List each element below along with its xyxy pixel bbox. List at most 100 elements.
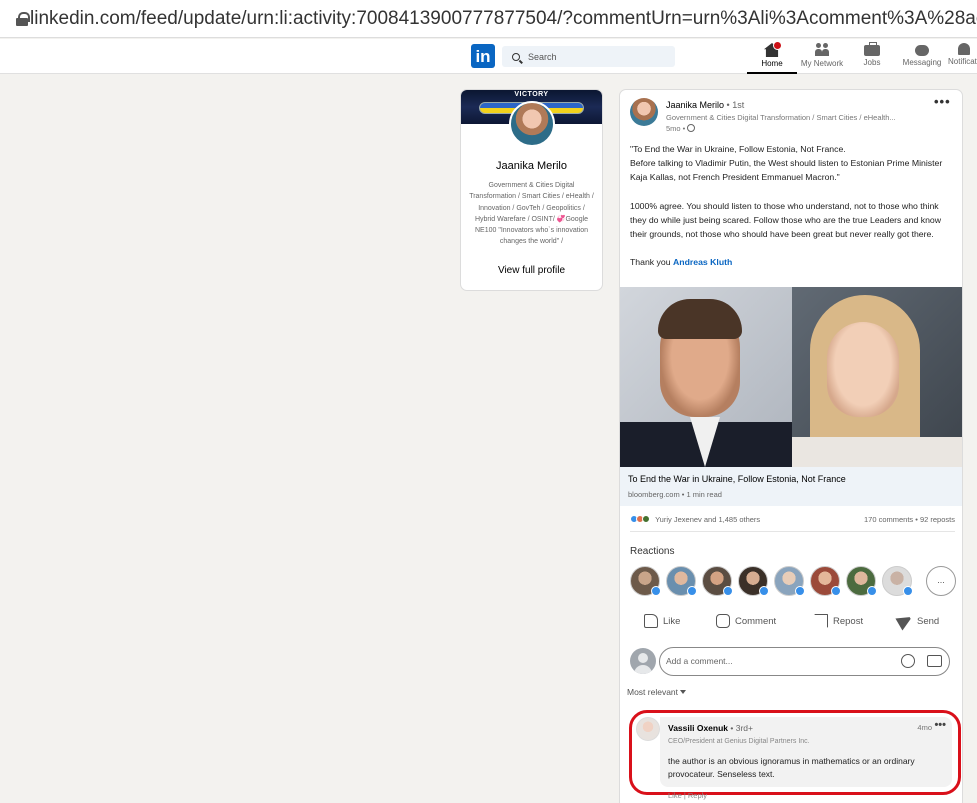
profile-name[interactable]: Jaanika Merilo bbox=[461, 160, 602, 172]
nav-messaging-label: Messaging bbox=[902, 58, 942, 67]
comment-bubble: Vassili Oxenuk • 3rd+ 4mo ••• CEO/Presid… bbox=[660, 717, 952, 787]
post-stats: Yuriy Jexenev and 1,485 others 170 comme… bbox=[630, 515, 955, 527]
more-reactors-button[interactable]: ... bbox=[926, 566, 956, 596]
top-navigation: in Search Home My Network Jobs Messaging… bbox=[0, 39, 977, 74]
notification-badge bbox=[773, 41, 782, 50]
send-label: Send bbox=[917, 615, 940, 627]
post-body-opinion: 1000% agree. You should listen to those … bbox=[630, 200, 942, 240]
nav-notifications[interactable]: Notifications bbox=[945, 41, 977, 74]
comment-button[interactable]: Comment bbox=[716, 614, 776, 628]
emoji-icon[interactable] bbox=[901, 654, 915, 668]
reactor-avatar[interactable] bbox=[702, 566, 733, 596]
like-badge-icon bbox=[723, 586, 733, 596]
article-image-right bbox=[792, 287, 962, 467]
reactor-avatar[interactable] bbox=[630, 566, 661, 596]
repost-icon bbox=[814, 614, 828, 628]
mention-link[interactable]: Andreas Kluth bbox=[673, 257, 732, 267]
reactor-avatar[interactable] bbox=[810, 566, 841, 596]
post-actions: Like Comment Repost Send bbox=[620, 611, 962, 634]
article-title[interactable]: To End the War in Ukraine, Follow Estoni… bbox=[628, 474, 846, 484]
reactor-avatar[interactable] bbox=[738, 566, 769, 596]
linkedin-logo-icon[interactable]: in bbox=[471, 44, 495, 68]
briefcase-icon bbox=[864, 42, 880, 56]
profile-headline: Government & Cities Digital Transformati… bbox=[469, 182, 594, 246]
post-author-name[interactable]: Jaanika Merilo bbox=[666, 100, 724, 110]
comment-text: the author is an obvious ignoramus in ma… bbox=[668, 756, 915, 779]
search-icon bbox=[512, 52, 520, 61]
like-badge-icon bbox=[795, 586, 805, 596]
nav-my-network-label: My Network bbox=[800, 59, 844, 68]
message-icon bbox=[915, 45, 929, 56]
like-badge-icon bbox=[867, 586, 877, 596]
article-link-preview[interactable]: To End the War in Ukraine, Follow Estoni… bbox=[620, 467, 962, 506]
search-box[interactable]: Search bbox=[502, 46, 675, 67]
comments-reposts-count[interactable]: 170 comments • 92 reposts bbox=[864, 515, 955, 524]
post-thanks-prefix: Thank you bbox=[630, 257, 673, 268]
network-icon bbox=[814, 43, 830, 57]
current-user-avatar bbox=[630, 648, 656, 674]
send-icon bbox=[895, 611, 915, 631]
reactor-avatar[interactable] bbox=[846, 566, 877, 596]
reactions-summary-text[interactable]: Yuriy Jexenev and 1,485 others bbox=[655, 515, 760, 524]
search-input[interactable]: Search bbox=[528, 52, 557, 62]
post-author[interactable]: Jaanika Merilo • 1st bbox=[666, 100, 744, 110]
comment-menu-button[interactable]: ••• bbox=[934, 719, 946, 731]
post-card: Jaanika Merilo • 1st Government & Cities… bbox=[619, 89, 963, 803]
comment-icon bbox=[716, 614, 730, 628]
nav-home[interactable]: Home bbox=[747, 41, 797, 74]
article-image[interactable] bbox=[620, 287, 962, 467]
nav-notifications-label: Notifications bbox=[948, 57, 977, 66]
image-icon[interactable] bbox=[927, 655, 942, 667]
highlighted-comment: Vassili Oxenuk • 3rd+ 4mo ••• CEO/Presid… bbox=[629, 710, 961, 800]
divider bbox=[630, 531, 955, 532]
comment-actions[interactable]: Like | Reply bbox=[668, 791, 707, 800]
nav-jobs-label: Jobs bbox=[863, 58, 881, 67]
post-author-avatar[interactable] bbox=[630, 98, 658, 126]
reactor-avatar[interactable] bbox=[774, 566, 805, 596]
sort-comments-dropdown[interactable]: Most relevant bbox=[627, 687, 687, 697]
support-reaction-icon bbox=[642, 515, 650, 523]
like-badge-icon bbox=[903, 586, 913, 596]
post-menu-button[interactable]: ••• bbox=[934, 94, 951, 109]
nav-my-network[interactable]: My Network bbox=[797, 41, 847, 74]
post-author-subtitle: Government & Cities Digital Transformati… bbox=[666, 113, 896, 122]
bell-icon bbox=[958, 43, 970, 55]
commenter[interactable]: Vassili Oxenuk • 3rd+ bbox=[668, 723, 753, 733]
reactor-avatar[interactable] bbox=[666, 566, 697, 596]
address-bar[interactable]: linkedin.com/feed/update/urn:li:activity… bbox=[0, 0, 977, 38]
send-button[interactable]: Send bbox=[895, 611, 940, 631]
profile-card: VICTORY Jaanika Merilo Government & Citi… bbox=[460, 89, 603, 291]
repost-label: Repost bbox=[833, 615, 864, 627]
comment-label: Comment bbox=[735, 615, 777, 627]
nav-home-label: Home bbox=[761, 59, 783, 68]
comment-time: 4mo bbox=[917, 723, 932, 732]
like-button[interactable]: Like bbox=[644, 614, 680, 628]
thumbs-up-icon bbox=[644, 614, 658, 628]
commenter-name[interactable]: Vassili Oxenuk bbox=[668, 723, 728, 733]
profile-avatar[interactable] bbox=[509, 101, 555, 147]
view-full-profile-link[interactable]: View full profile bbox=[461, 265, 602, 276]
post-body-quote: "To End the War in Ukraine, Follow Eston… bbox=[630, 144, 943, 183]
article-source: bloomberg.com • 1 min read bbox=[628, 490, 722, 499]
nav-jobs[interactable]: Jobs bbox=[847, 41, 897, 74]
post-time-text: 5mo • bbox=[666, 124, 686, 133]
url-text[interactable]: linkedin.com/feed/update/urn:li:activity… bbox=[30, 8, 977, 30]
article-image-left bbox=[620, 287, 792, 467]
like-label: Like bbox=[663, 615, 681, 627]
banner-text: VICTORY bbox=[514, 91, 549, 98]
nav-messaging[interactable]: Messaging bbox=[897, 41, 947, 74]
post-body: "To End the War in Ukraine, Follow Eston… bbox=[630, 142, 955, 269]
like-badge-icon bbox=[759, 586, 769, 596]
reactor-avatar[interactable] bbox=[882, 566, 913, 596]
commenter-degree: • 3rd+ bbox=[730, 723, 753, 733]
commenter-avatar[interactable] bbox=[636, 717, 660, 741]
post-time: 5mo • bbox=[666, 124, 696, 133]
post-body-thanks: Thank you Andreas Kluth bbox=[630, 255, 955, 269]
reactions-summary[interactable]: Yuriy Jexenev and 1,485 others bbox=[630, 515, 760, 524]
like-badge-icon bbox=[651, 586, 661, 596]
like-badge-icon bbox=[687, 586, 697, 596]
globe-icon bbox=[687, 124, 696, 132]
post-author-degree: • 1st bbox=[726, 100, 745, 110]
repost-button[interactable]: Repost bbox=[814, 614, 863, 628]
commenter-subtitle: CEO/President at Genius Digital Partners… bbox=[668, 738, 810, 745]
